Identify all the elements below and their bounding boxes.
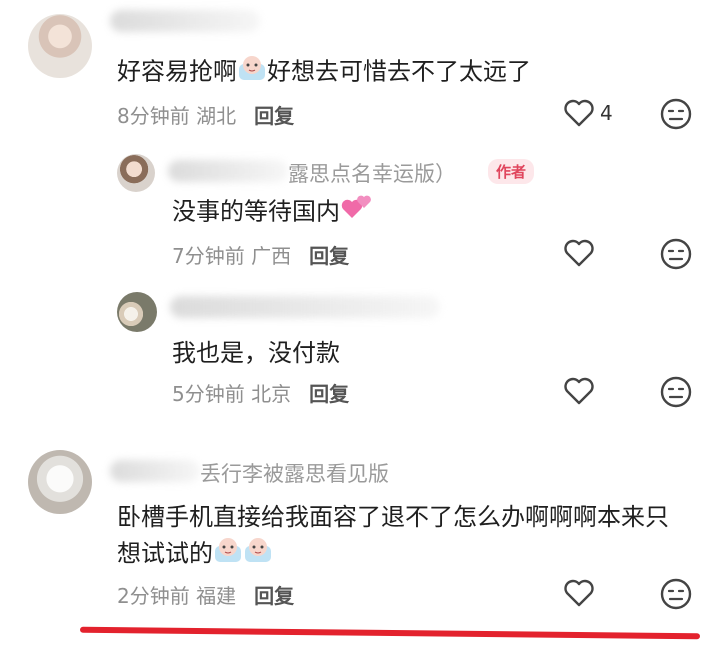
reply-button[interactable]: 回复 [254, 104, 294, 128]
comment-text: 卧槽手机直接给我面容了退不了怎么办啊啊啊本来只 [117, 503, 669, 531]
comment-meta: 2分钟前 福建 回复 [117, 584, 295, 608]
comment-text: 没事的等待国内 [172, 194, 372, 231]
comment-text: 好容易抢啊 好想去可惜去不了太远了 [117, 54, 531, 91]
like-count: 4 [600, 101, 613, 125]
username-blurred [168, 160, 288, 182]
red-underline-annotation [79, 626, 701, 640]
avatar[interactable] [28, 450, 92, 514]
meh-face-icon[interactable] [659, 375, 693, 409]
heart-icon[interactable] [563, 238, 595, 268]
crying-emoji-icon [243, 536, 273, 573]
meh-face-icon[interactable] [659, 237, 693, 271]
username-blurred [110, 460, 200, 482]
heart-icon[interactable] [563, 578, 595, 608]
comment-text: 我也是，没付款 [172, 339, 340, 367]
username[interactable]: 丢行李被露思看见版 [200, 458, 389, 488]
reply-button[interactable]: 回复 [309, 244, 349, 268]
avatar[interactable] [117, 292, 157, 332]
avatar[interactable] [28, 14, 92, 78]
pink-hearts-emoji-icon [340, 194, 372, 231]
meh-face-icon[interactable] [659, 577, 693, 611]
heart-icon[interactable] [563, 98, 595, 128]
comment-meta: 8分钟前 湖北 回复 [117, 104, 295, 128]
avatar[interactable] [117, 154, 155, 192]
reply-button[interactable]: 回复 [309, 382, 349, 406]
crying-emoji-icon [237, 54, 267, 91]
comment-text: 想试试的 [117, 536, 273, 573]
author-badge: 作者 [488, 159, 535, 184]
reply-button[interactable]: 回复 [254, 584, 294, 608]
username-blurred [170, 296, 440, 318]
crying-emoji-icon [213, 536, 243, 573]
username-blurred [110, 10, 260, 32]
comment-meta: 5分钟前 北京 回复 [172, 382, 350, 406]
comment-meta: 7分钟前 广西 回复 [172, 244, 350, 268]
meh-face-icon[interactable] [659, 97, 693, 131]
username[interactable]: 露思点名幸运版） [288, 158, 456, 188]
heart-icon[interactable] [563, 376, 595, 406]
